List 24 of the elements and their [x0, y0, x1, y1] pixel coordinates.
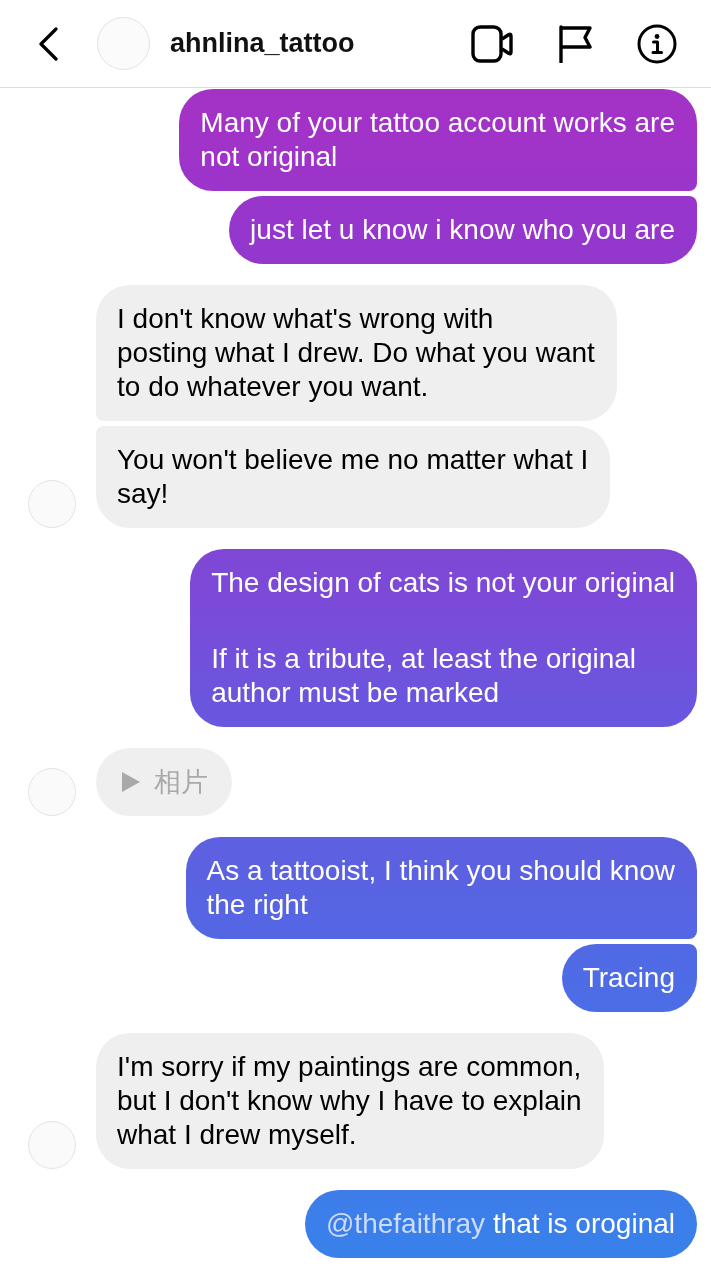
message-text: Tracing — [582, 961, 675, 995]
video-camera-icon — [471, 24, 513, 63]
photo-message-button[interactable]: 相片 — [96, 748, 232, 816]
message-text: just let u know i know who you are — [250, 213, 675, 247]
mention-link[interactable]: @thefaithray — [325, 1208, 486, 1239]
message-text: The design of cats is not your original — [211, 566, 675, 600]
message-text: I don't know what's wrong with posting what I drew. Do what you want to do whatever you want. — [117, 302, 595, 404]
message-text: Many of your tattoo account works are not original — [200, 106, 675, 174]
video-call-button[interactable] — [471, 24, 513, 63]
message-text: You won't believe me no matter what I say! — [117, 443, 589, 511]
sender-avatar — [28, 1121, 76, 1169]
sender-avatar — [28, 768, 76, 816]
message-text: @thefaithray that is oroginal — [325, 1207, 675, 1241]
chevron-left-icon — [38, 26, 58, 61]
message-text: As a tattooist, I think you should know the right — [206, 854, 675, 922]
report-button[interactable] — [558, 24, 592, 63]
username[interactable]: ahnlina_tattoo — [170, 28, 355, 59]
message-text: I'm sorry if my paintings are common, but I don't know why I have to explain what I drew myself. — [117, 1050, 582, 1152]
message-text: If it is a tribute, at least the original author must be marked — [211, 642, 638, 710]
sender-avatar — [28, 480, 76, 528]
flag-icon — [558, 24, 592, 63]
play-icon — [122, 772, 140, 792]
info-icon — [637, 23, 677, 64]
info-button[interactable] — [637, 23, 677, 64]
